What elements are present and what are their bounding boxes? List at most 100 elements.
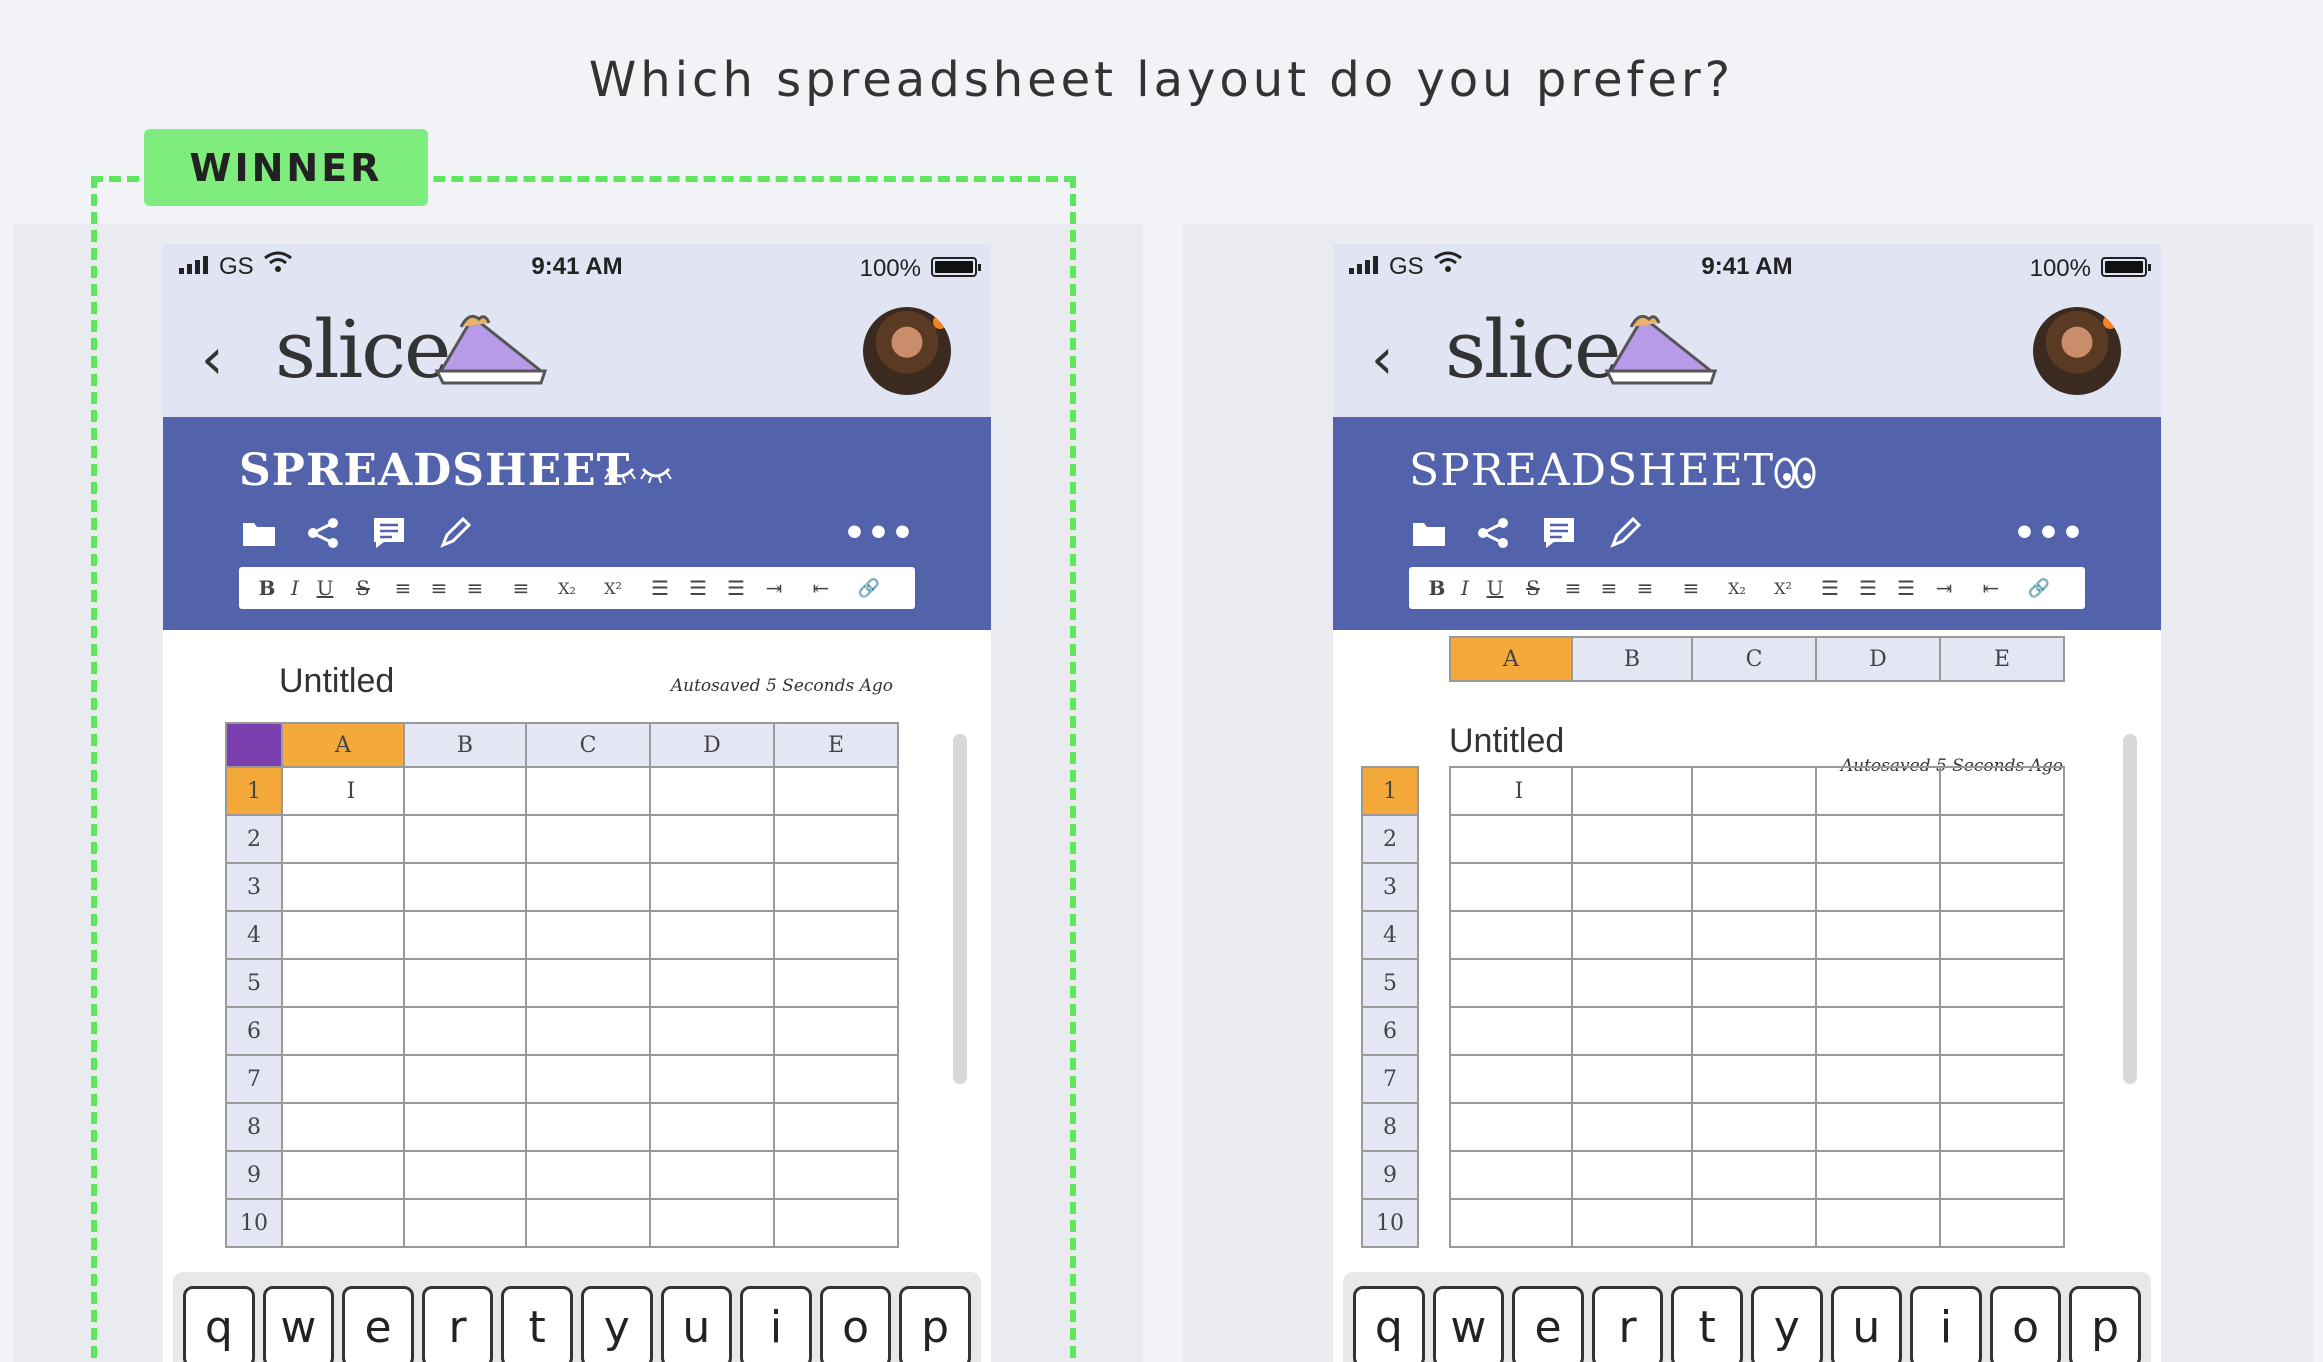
cell[interactable] [403, 1150, 527, 1200]
key[interactable]: o [1989, 1286, 2062, 1362]
cell[interactable] [1449, 910, 1573, 960]
cell[interactable] [773, 1054, 899, 1104]
cell[interactable] [649, 766, 775, 816]
cell[interactable] [1571, 1198, 1693, 1248]
folder-icon[interactable] [1409, 513, 1449, 553]
row-header[interactable]: 8 [1361, 1102, 1419, 1152]
cell[interactable] [281, 1102, 405, 1152]
cell[interactable] [649, 1198, 775, 1248]
cell[interactable] [1449, 1054, 1573, 1104]
cell[interactable] [1815, 1054, 1941, 1104]
cell[interactable] [773, 766, 899, 816]
key[interactable]: q [1353, 1286, 1425, 1362]
cell[interactable] [403, 1006, 527, 1056]
cell[interactable] [1571, 1006, 1693, 1056]
cell[interactable] [649, 910, 775, 960]
cell[interactable] [1449, 814, 1573, 864]
cell[interactable] [1691, 1150, 1817, 1200]
cell[interactable] [1939, 766, 2065, 816]
column-header-c[interactable]: C [1691, 636, 1817, 682]
row-header[interactable]: 10 [225, 1198, 283, 1248]
column-header-e[interactable]: E [773, 722, 899, 768]
cell[interactable] [1571, 814, 1693, 864]
cell[interactable] [773, 862, 899, 912]
key[interactable]: p [899, 1286, 971, 1362]
row-header[interactable]: 5 [1361, 958, 1419, 1008]
dash-list-button[interactable]: ☰ [679, 576, 717, 600]
underline-button[interactable]: U [1479, 576, 1511, 600]
cell[interactable] [525, 1006, 651, 1056]
more-options-button[interactable]: ••• [2013, 513, 2085, 554]
align-left-button[interactable]: ≡ [457, 576, 493, 600]
key[interactable]: r [421, 1286, 494, 1362]
numbered-list-button[interactable]: ☰ [1887, 576, 1925, 600]
cell[interactable] [1449, 1006, 1573, 1056]
cell[interactable] [649, 1150, 775, 1200]
dash-list-button[interactable]: ☰ [1849, 576, 1887, 600]
cell[interactable] [1571, 1150, 1693, 1200]
cell[interactable] [525, 766, 651, 816]
cell[interactable] [1691, 862, 1817, 912]
cell[interactable] [649, 958, 775, 1008]
cell[interactable] [773, 910, 899, 960]
column-header-e[interactable]: E [1939, 636, 2065, 682]
cell[interactable] [403, 910, 527, 960]
cell[interactable] [1939, 1054, 2065, 1104]
column-header-a[interactable]: A [281, 722, 405, 768]
column-header-b[interactable]: B [1571, 636, 1693, 682]
cell[interactable] [525, 1054, 651, 1104]
cell[interactable] [1939, 1198, 2065, 1248]
cell[interactable] [281, 958, 405, 1008]
cell[interactable] [281, 1054, 405, 1104]
cell[interactable] [525, 1150, 651, 1200]
outdent-button[interactable]: ⇤ [793, 576, 849, 600]
row-header[interactable]: 7 [225, 1054, 283, 1104]
cell[interactable] [525, 910, 651, 960]
row-header[interactable]: 3 [1361, 862, 1419, 912]
cell[interactable] [1939, 814, 2065, 864]
cell[interactable] [1815, 862, 1941, 912]
link-icon[interactable]: 🔗 [2019, 578, 2059, 599]
strikethrough-button[interactable]: S [341, 576, 385, 600]
key[interactable]: r [1591, 1286, 1664, 1362]
cell[interactable] [403, 862, 527, 912]
key[interactable]: y [1750, 1286, 1823, 1362]
row-header[interactable]: 1 [225, 766, 283, 816]
cell[interactable] [1939, 910, 2065, 960]
key[interactable]: w [1432, 1286, 1505, 1362]
layout-option-a[interactable]: GS 9:41 AM 100% ‹ slice SPREADSHEET ••• … [13, 224, 1143, 1362]
cell[interactable] [649, 1102, 775, 1152]
cell[interactable] [1939, 958, 2065, 1008]
cell[interactable] [1449, 862, 1573, 912]
key[interactable]: i [1910, 1286, 1982, 1362]
cell[interactable] [1571, 766, 1693, 816]
italic-button[interactable]: I [281, 576, 309, 600]
justify-button[interactable]: ≡ [493, 576, 549, 600]
cell[interactable] [281, 1006, 405, 1056]
bullet-list-button[interactable]: ☰ [641, 576, 679, 600]
cell[interactable] [773, 1198, 899, 1248]
cell[interactable] [1691, 1102, 1817, 1152]
underline-button[interactable]: U [309, 576, 341, 600]
cell[interactable] [1815, 1102, 1941, 1152]
pencil-icon[interactable] [435, 513, 475, 553]
cell[interactable] [281, 1198, 405, 1248]
select-all-corner[interactable] [225, 722, 283, 768]
cell[interactable] [1815, 910, 1941, 960]
italic-button[interactable]: I [1451, 576, 1479, 600]
column-header-c[interactable]: C [525, 722, 651, 768]
folder-icon[interactable] [239, 513, 279, 553]
cell[interactable] [525, 1102, 651, 1152]
superscript-button[interactable]: X² [585, 579, 641, 598]
row-header[interactable]: 1 [1361, 766, 1419, 816]
cell-a1[interactable]: I [1449, 766, 1573, 816]
align-right-button[interactable]: ≡ [385, 576, 421, 600]
cell[interactable] [403, 1198, 527, 1248]
comment-icon[interactable] [369, 513, 409, 553]
outdent-button[interactable]: ⇤ [1963, 576, 2019, 600]
superscript-button[interactable]: X² [1755, 579, 1811, 598]
cell[interactable] [1815, 1150, 1941, 1200]
cell[interactable] [403, 814, 527, 864]
back-button[interactable]: ‹ [1371, 327, 1393, 392]
column-header-a[interactable]: A [1449, 636, 1573, 682]
